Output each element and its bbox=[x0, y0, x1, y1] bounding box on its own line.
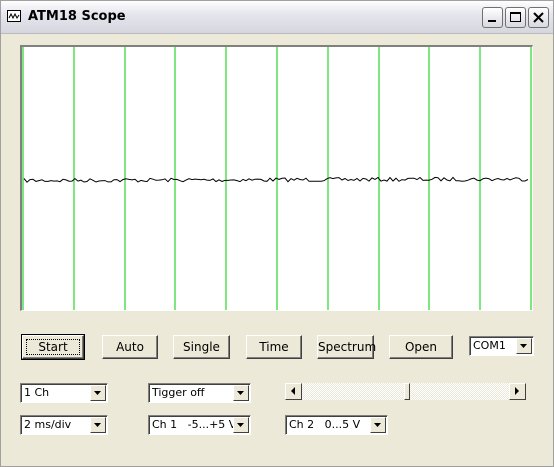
ch2-range-select[interactable]: Ch 2 0...5 V bbox=[285, 415, 388, 435]
com-port-select[interactable]: COM1 bbox=[469, 336, 534, 356]
arrow-right-icon bbox=[515, 387, 519, 395]
chevron-down-icon bbox=[237, 391, 244, 395]
single-button[interactable]: Single bbox=[173, 335, 230, 359]
timebase-dropdown-button[interactable] bbox=[90, 417, 106, 433]
scope-window: ATM18 Scope Start Auto Single Time Spect… bbox=[0, 0, 554, 467]
signal-trace bbox=[23, 176, 529, 183]
scroll-left-button[interactable] bbox=[285, 383, 302, 400]
start-button[interactable]: Start bbox=[21, 334, 85, 360]
ch1-range-dropdown-button[interactable] bbox=[233, 417, 249, 433]
arrow-left-icon bbox=[291, 387, 295, 395]
ch1-range-value: Ch 1 -5...+5 V bbox=[152, 418, 237, 431]
scrollbar-track[interactable] bbox=[302, 383, 509, 400]
scroll-right-button[interactable] bbox=[509, 383, 526, 400]
oscilloscope-display bbox=[20, 45, 533, 311]
title-bar[interactable]: ATM18 Scope bbox=[1, 1, 553, 34]
time-button-label: Time bbox=[259, 340, 289, 354]
scrollbar-thumb[interactable] bbox=[404, 383, 410, 400]
ch1-range-select[interactable]: Ch 1 -5...+5 V bbox=[148, 415, 251, 435]
chevron-down-icon bbox=[374, 423, 381, 427]
auto-button-label: Auto bbox=[116, 340, 144, 354]
spectrum-button-label: Spectrum bbox=[318, 340, 377, 354]
chevron-down-icon bbox=[94, 423, 101, 427]
trigger-value: Tigger off bbox=[152, 386, 205, 399]
com-port-value: COM1 bbox=[473, 339, 506, 352]
horizontal-scrollbar[interactable] bbox=[285, 383, 526, 400]
channel-count-value: 1 Ch bbox=[24, 386, 50, 399]
chevron-down-icon bbox=[94, 391, 101, 395]
single-button-label: Single bbox=[183, 340, 220, 354]
open-button-label: Open bbox=[404, 340, 438, 354]
scope-plot bbox=[22, 47, 532, 310]
spectrum-button[interactable]: Spectrum bbox=[317, 335, 377, 359]
channel-count-select[interactable]: 1 Ch bbox=[20, 383, 108, 403]
ch2-range-dropdown-button[interactable] bbox=[370, 417, 386, 433]
channel-count-dropdown-button[interactable] bbox=[90, 385, 106, 401]
time-button[interactable]: Time bbox=[246, 335, 302, 359]
timebase-value: 2 ms/div bbox=[24, 418, 72, 431]
chevron-down-icon bbox=[237, 423, 244, 427]
close-button[interactable] bbox=[528, 7, 549, 28]
trigger-dropdown-button[interactable] bbox=[233, 385, 249, 401]
auto-button[interactable]: Auto bbox=[102, 335, 158, 359]
chevron-down-icon bbox=[520, 344, 527, 348]
com-port-dropdown-button[interactable] bbox=[516, 338, 532, 354]
ch2-range-value: Ch 2 0...5 V bbox=[289, 418, 361, 431]
maximize-icon bbox=[510, 12, 521, 22]
window-title: ATM18 Scope bbox=[28, 9, 126, 24]
minimize-icon bbox=[488, 20, 496, 22]
scope-app-icon bbox=[7, 10, 21, 22]
open-button[interactable]: Open bbox=[389, 335, 453, 359]
trigger-select[interactable]: Tigger off bbox=[148, 383, 251, 403]
focus-rect bbox=[26, 339, 80, 355]
minimize-button[interactable] bbox=[482, 7, 503, 28]
close-icon bbox=[533, 12, 544, 23]
maximize-button[interactable] bbox=[505, 7, 526, 28]
timebase-select[interactable]: 2 ms/div bbox=[20, 415, 108, 435]
